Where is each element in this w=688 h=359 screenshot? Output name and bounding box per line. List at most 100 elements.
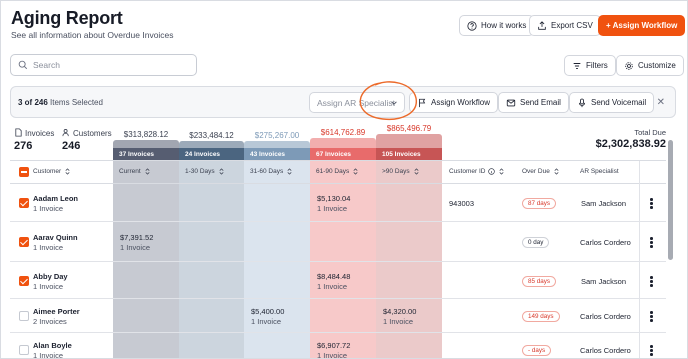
selection-count: 3 of 246 Items Selected <box>18 98 103 107</box>
bucket-header-label: >90 Days <box>382 168 410 175</box>
chevron-down-icon <box>391 101 397 105</box>
bucket-invoice-count[interactable]: 67 Invoices <box>310 148 376 160</box>
search-input[interactable]: Search <box>10 54 197 76</box>
bucket-invoice-cell: 1 Invoice <box>317 204 348 213</box>
customer-name[interactable]: Abby Day <box>33 272 68 281</box>
sort-icon <box>353 168 358 175</box>
bucket-cap <box>376 134 442 148</box>
bucket-cap <box>179 141 244 148</box>
filters-label: Filters <box>586 61 608 70</box>
table-row[interactable]: Aadam Leon 1 Invoice $5,130.04 1 Invoice 943… <box>10 184 666 222</box>
column-header-bucket[interactable]: >90 Days <box>382 168 420 175</box>
sort-icon <box>287 168 292 175</box>
ar-specialist-name: Sam Jackson <box>581 199 627 208</box>
sort-icon <box>219 168 224 175</box>
bucket-invoice-count[interactable]: 24 Invoices <box>179 148 244 160</box>
customize-label: Customize <box>638 61 676 70</box>
bucket-invoice-cell: 1 Invoice <box>317 351 348 359</box>
customer-id: 943003 <box>449 199 475 208</box>
page-title: Aging Report <box>11 8 123 28</box>
over-due-header-label: Over Due <box>522 168 550 175</box>
row-menu-icon[interactable] <box>650 345 653 357</box>
assign-workflow-header-button[interactable]: + Assign Workflow <box>598 15 686 36</box>
bucket-header-label: 1-30 Days <box>185 168 215 175</box>
sort-icon <box>554 168 559 175</box>
bucket-cap <box>244 141 310 148</box>
row-menu-icon[interactable] <box>650 311 653 323</box>
customer-name[interactable]: Aarav Quinn <box>33 233 78 242</box>
how-it-works-button[interactable]: How it works <box>459 15 535 36</box>
export-csv-button[interactable]: Export CSV <box>529 15 601 36</box>
customers-label: Customers <box>73 129 112 138</box>
vertical-scrollbar[interactable] <box>668 140 673 260</box>
send-voicemail-button[interactable]: Send Voicemail <box>569 92 655 113</box>
bucket-invoice-cell: 1 Invoice <box>317 282 348 291</box>
bucket-amount: $865,496.79 <box>386 124 432 133</box>
row-checkbox[interactable] <box>19 237 29 247</box>
table-row[interactable]: Abby Day 1 Invoice $8,484.48 1 Invoice 85 da… <box>10 262 666 299</box>
selection-count-suffix: Items Selected <box>50 98 103 107</box>
row-checkbox[interactable] <box>19 345 29 355</box>
ar-specialist-name: Sam Jackson <box>581 277 627 286</box>
customer-name[interactable]: Aimee Porter <box>33 307 80 316</box>
send-email-button[interactable]: Send Email <box>498 92 569 113</box>
assign-workflow-header-label: + Assign Workflow <box>606 21 678 30</box>
table-row[interactable]: Aimee Porter 2 Invoices $5,400.00 1 Invoice… <box>10 299 666 333</box>
bucket-invoice-count[interactable]: 37 Invoices <box>113 148 179 160</box>
filters-button[interactable]: Filters <box>564 55 616 76</box>
mail-icon <box>506 99 516 106</box>
assign-workflow-label: Assign Workflow <box>431 98 490 107</box>
column-header-customer-id[interactable]: Customer ID <box>449 168 505 175</box>
customer-name[interactable]: Aadam Leon <box>33 194 78 203</box>
page-subtitle: See all information about Overdue Invoic… <box>11 30 174 40</box>
bucket-cap <box>113 140 179 148</box>
row-menu-icon[interactable] <box>650 237 653 249</box>
row-menu-icon[interactable] <box>650 276 653 288</box>
sort-icon <box>414 168 419 175</box>
column-header-bucket[interactable]: 61-90 Days <box>316 168 359 175</box>
help-circle-icon <box>467 20 477 31</box>
sort-icon <box>145 168 150 175</box>
customer-invoice-count: 2 Invoices <box>33 317 67 326</box>
ar-specialist-dropdown[interactable]: Assign AR Specialist <box>309 92 405 113</box>
bucket-invoice-count[interactable]: 43 Invoices <box>244 148 310 160</box>
bucket-invoice-cell: 1 Invoice <box>251 317 282 326</box>
column-header-bucket[interactable]: 31-60 Days <box>250 168 293 175</box>
bucket-invoice-cell: 1 Invoice <box>383 317 414 326</box>
sort-icon <box>499 168 505 175</box>
selection-bar: 3 of 246 Items Selected Assign AR Specia… <box>10 86 676 118</box>
overdue-badge: - days <box>522 345 552 356</box>
column-header-customer[interactable]: Customer <box>33 168 71 175</box>
customer-invoice-count: 1 Invoice <box>33 282 64 291</box>
table-row[interactable]: Alan Boyle 1 Invoice $6,907.72 1 Invoice - d… <box>10 333 666 359</box>
select-all-checkbox[interactable] <box>19 167 29 177</box>
column-header-bucket[interactable]: Current <box>119 168 151 175</box>
ar-specialist-name: Carlos Cordero <box>580 312 631 321</box>
close-icon[interactable]: ✕ <box>657 97 665 108</box>
row-menu-icon[interactable] <box>650 198 653 210</box>
row-checkbox[interactable] <box>19 198 29 208</box>
bucket-amount: $313,828.12 <box>123 130 169 139</box>
bucket-amount: $233,484.12 <box>189 131 234 140</box>
overdue-badge: 0 day <box>522 237 550 248</box>
table-header: Customer Current 1-30 Days 31-60 Days 61-90… <box>10 161 666 184</box>
customer-header-label: Customer <box>33 168 62 175</box>
customer-name[interactable]: Alan Boyle <box>33 341 72 350</box>
info-icon <box>488 168 496 175</box>
assign-workflow-button[interactable]: Assign Workflow <box>409 92 498 113</box>
table-row[interactable]: Aarav Quinn 1 Invoice $7,391.52 1 Invoice 0 … <box>10 222 666 262</box>
row-checkbox[interactable] <box>19 311 29 321</box>
sort-icon <box>65 168 70 175</box>
customize-button[interactable]: Customize <box>616 55 684 76</box>
ar-specialist-header-label: AR Specialist <box>580 168 619 175</box>
column-header-ar-specialist[interactable]: AR Specialist <box>580 168 619 175</box>
column-header-bucket[interactable]: 1-30 Days <box>185 168 225 175</box>
customers-stat-value: 246 <box>62 140 81 152</box>
bucket-amount-cell: $6,907.72 <box>317 341 351 350</box>
customer-id-header-label: Customer ID <box>449 168 486 175</box>
row-checkbox[interactable] <box>19 276 29 286</box>
bucket-amount-cell: $8,484.48 <box>317 272 351 281</box>
column-header-over-due[interactable]: Over Due <box>522 168 560 175</box>
bucket-invoice-count[interactable]: 105 Invoices <box>376 148 442 160</box>
search-icon <box>18 60 28 70</box>
